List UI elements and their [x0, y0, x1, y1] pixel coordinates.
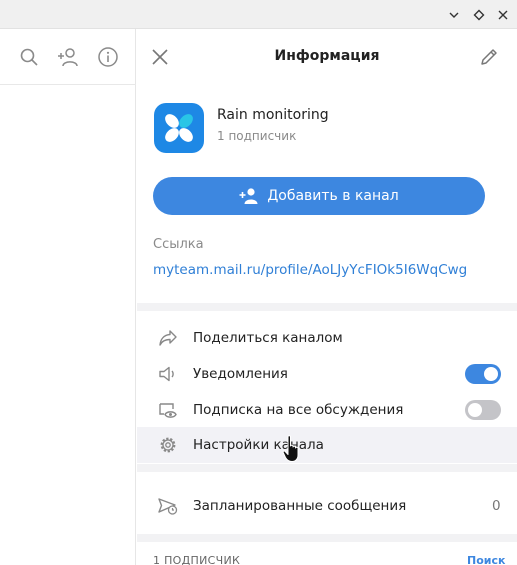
add-user-icon: [58, 48, 78, 67]
add-member-button[interactable]: [55, 44, 81, 70]
notifications-item[interactable]: Уведомления: [137, 356, 517, 392]
scheduled-count: 0: [492, 498, 501, 514]
add-to-channel-button[interactable]: Добавить в канал: [153, 177, 485, 215]
maximize-window-button[interactable]: [469, 5, 489, 25]
channel-name: Rain monitoring: [217, 107, 329, 123]
hand-cursor-icon: [282, 434, 302, 464]
channel-avatar: [154, 103, 204, 153]
divider: [137, 534, 517, 542]
share-icon: [157, 328, 179, 348]
add-user-icon: [239, 187, 259, 205]
chat-pane: [0, 29, 136, 565]
info-button[interactable]: [95, 44, 121, 70]
subscribe-all-toggle[interactable]: [465, 400, 501, 420]
chat-toolbar: [0, 29, 136, 85]
channel-logo-icon: [165, 114, 193, 142]
page-title: Информация: [274, 48, 380, 64]
channel-settings-label: Настройки канала: [193, 437, 324, 453]
notifications-toggle[interactable]: [465, 364, 501, 384]
info-icon: [98, 47, 118, 67]
channel-subscribers: 1 подписчик: [217, 129, 297, 143]
search-button[interactable]: [16, 44, 42, 70]
info-panel: Информация Rain monitoring 1 подписчик Д…: [137, 29, 517, 565]
divider: [137, 464, 517, 472]
chevron-down-icon: [449, 12, 459, 18]
channel-link[interactable]: myteam.mail.ru/profile/AoLJyYcFIOk5I6WqC…: [153, 262, 467, 278]
pencil-icon: [481, 49, 497, 65]
subscribe-all-label: Подписка на все обсуждения: [193, 402, 404, 418]
share-channel-label: Поделиться каналом: [193, 330, 343, 346]
add-to-channel-label: Добавить в канал: [267, 188, 399, 204]
speaker-icon: [157, 364, 179, 384]
search-icon: [20, 48, 38, 66]
close-icon: [498, 10, 508, 20]
divider: [137, 303, 517, 311]
close-window-button[interactable]: [493, 5, 513, 25]
subscribe-all-item[interactable]: Подписка на все обсуждения: [137, 392, 517, 428]
link-label: Ссылка: [153, 237, 204, 252]
channel-settings-item[interactable]: Настройки канала: [137, 427, 517, 463]
scheduled-messages-label: Запланированные сообщения: [193, 498, 407, 514]
members-search-link[interactable]: Поиск: [467, 554, 505, 565]
gear-icon: [157, 435, 179, 455]
scheduled-messages-item[interactable]: Запланированные сообщения 0: [137, 488, 517, 524]
info-header: Информация: [137, 29, 517, 85]
share-channel-item[interactable]: Поделиться каналом: [137, 320, 517, 356]
edit-button[interactable]: [475, 43, 503, 71]
discussion-eye-icon: [157, 400, 179, 420]
scheduled-send-icon: [157, 496, 179, 516]
window-titlebar: [0, 0, 517, 29]
toggle-knob: [468, 403, 482, 417]
toggle-knob: [484, 367, 498, 381]
members-header: 1 ПОДПИСЧИК: [153, 554, 241, 565]
diamond-icon: [473, 9, 485, 21]
minimize-window-button[interactable]: [444, 5, 464, 25]
notifications-label: Уведомления: [193, 366, 288, 382]
